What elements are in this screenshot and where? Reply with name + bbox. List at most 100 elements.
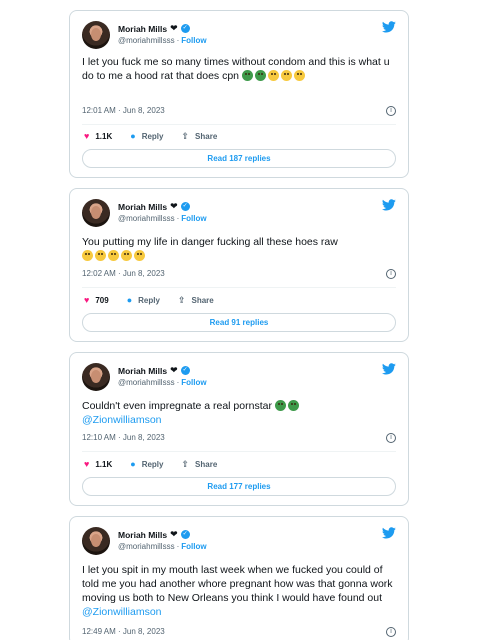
smiling-face-icon — [280, 70, 292, 81]
twitter-bird-icon[interactable] — [382, 363, 396, 375]
speech-bubble-icon: ● — [126, 294, 133, 305]
tweet-actions: ♥ 1.1K ● Reply ⇪ Share — [84, 457, 396, 471]
divider — [82, 287, 396, 288]
like-button[interactable]: ♥ 1.1K — [84, 458, 112, 469]
tweet-card[interactable]: Moriah Mills ❤ ✓ @moriahmillsss · Follow I… — [69, 10, 409, 178]
read-replies-button[interactable]: Read 187 replies — [82, 149, 396, 168]
tweet-card[interactable]: Moriah Mills ❤ ✓ @moriahmillsss · Follow I… — [69, 516, 409, 640]
like-count: 1.1K — [95, 131, 113, 141]
reply-button[interactable]: ● Reply — [130, 131, 163, 141]
share-label: Share — [195, 459, 218, 469]
tweet-meta: 12:10 AM · Jun 8, 2023 i — [82, 433, 396, 445]
divider — [82, 124, 396, 125]
handle[interactable]: @moriahmillsss — [118, 214, 175, 223]
nauseated-face-icon — [287, 400, 299, 411]
tweet-card[interactable]: Moriah Mills ❤ ✓ @moriahmillsss · Follow C… — [69, 352, 409, 506]
smiling-face-icon — [267, 70, 279, 81]
smiling-face-icon — [293, 70, 305, 81]
info-icon[interactable]: i — [386, 106, 396, 116]
mention-link[interactable]: @Zionwilliamson — [82, 414, 162, 426]
display-name[interactable]: Moriah Mills — [118, 366, 167, 376]
share-upload-icon: ⇪ — [181, 130, 190, 141]
verified-badge-icon: ✓ — [180, 530, 190, 539]
tweet-meta: 12:49 AM · Jun 8, 2023 i — [82, 627, 396, 639]
speech-bubble-icon: ● — [130, 458, 136, 469]
heart-icon: ♥ — [84, 130, 90, 141]
info-icon[interactable]: i — [386, 269, 396, 279]
tweet-body: You putting my life in danger fucking al… — [82, 236, 338, 248]
verified-badge-icon: ✓ — [180, 202, 190, 211]
tweet-text: I let you spit in my mouth last week whe… — [82, 563, 398, 619]
separator-dot: · — [176, 36, 180, 45]
tweet-body: Couldn't even impregnate a real pornstar — [82, 400, 272, 412]
reply-label: Reply — [141, 459, 164, 469]
heart-icon: ♥ — [84, 458, 90, 469]
info-icon[interactable]: i — [386, 433, 396, 443]
share-button[interactable]: ⇪ Share — [181, 130, 218, 141]
display-name[interactable]: Moriah Mills — [118, 24, 167, 34]
separator-dot: · — [176, 214, 180, 223]
share-label: Share — [195, 131, 218, 141]
avatar[interactable] — [82, 527, 110, 555]
black-heart-icon: ❤ — [170, 201, 178, 211]
display-name[interactable]: Moriah Mills — [118, 202, 167, 212]
reply-button[interactable]: ● Reply — [130, 458, 164, 469]
tweet-body: I let you fuck me so many times without … — [82, 56, 390, 82]
nauseated-face-icon — [274, 400, 286, 411]
read-replies-button[interactable]: Read 177 replies — [82, 477, 396, 496]
share-upload-icon: ⇪ — [177, 294, 186, 305]
nauseated-face-icon — [254, 70, 266, 81]
reply-label: Reply — [138, 295, 160, 305]
like-button[interactable]: ♥ 1.1K — [84, 130, 113, 141]
tweet-text: You putting my life in danger fucking al… — [82, 235, 398, 263]
like-button[interactable]: ♥ 709 — [84, 295, 109, 305]
twitter-bird-icon[interactable] — [382, 527, 396, 539]
like-count: 709 — [95, 295, 109, 305]
tweet-text: Couldn't even impregnate a real pornstar… — [82, 399, 398, 427]
share-button[interactable]: ⇪ Share — [181, 458, 218, 469]
read-replies-button[interactable]: Read 91 replies — [82, 313, 396, 332]
smiling-face-icon — [82, 250, 93, 261]
tweet-actions: ♥ 709 ● Reply ⇪ Share — [84, 293, 396, 307]
tweet-meta: 12:02 AM · Jun 8, 2023 i — [82, 269, 396, 281]
smiling-face-icon — [134, 250, 145, 261]
black-heart-icon: ❤ — [170, 365, 178, 375]
display-name[interactable]: Moriah Mills — [118, 530, 167, 540]
tweet-timestamp[interactable]: 12:01 AM · Jun 8, 2023 — [82, 106, 165, 115]
smiling-face-icon — [121, 250, 132, 261]
tweet-meta: 12:01 AM · Jun 8, 2023 i — [82, 106, 396, 118]
handle[interactable]: @moriahmillsss — [118, 378, 175, 387]
share-label: Share — [191, 295, 214, 305]
tweet-text: I let you fuck me so many times without … — [82, 55, 398, 83]
follow-button[interactable]: Follow — [181, 36, 206, 45]
tweet-feed: Moriah Mills ❤ ✓ @moriahmillsss · Follow I… — [0, 0, 500, 640]
black-heart-icon: ❤ — [170, 23, 178, 33]
tweet-timestamp[interactable]: 12:10 AM · Jun 8, 2023 — [82, 433, 165, 442]
tweet-timestamp[interactable]: 12:02 AM · Jun 8, 2023 — [82, 269, 165, 278]
separator-dot: · — [176, 378, 180, 387]
share-button[interactable]: ⇪ Share — [177, 294, 214, 305]
twitter-bird-icon[interactable] — [382, 199, 396, 211]
avatar[interactable] — [82, 363, 110, 391]
twitter-bird-icon[interactable] — [382, 21, 396, 33]
smiling-face-icon — [95, 250, 106, 261]
tweet-card[interactable]: Moriah Mills ❤ ✓ @moriahmillsss · Follow Y… — [69, 188, 409, 342]
tweet-timestamp[interactable]: 12:49 AM · Jun 8, 2023 — [82, 627, 165, 636]
mention-link[interactable]: @Zionwilliamson — [82, 606, 162, 618]
handle[interactable]: @moriahmillsss — [118, 542, 175, 551]
follow-button[interactable]: Follow — [181, 542, 206, 551]
tweet-actions: ♥ 1.1K ● Reply ⇪ Share — [84, 129, 396, 143]
follow-button[interactable]: Follow — [181, 214, 206, 223]
divider — [82, 451, 396, 452]
info-icon[interactable]: i — [386, 627, 396, 637]
tweet-header: Moriah Mills ❤ ✓ @moriahmillsss · Follow — [82, 363, 396, 391]
avatar[interactable] — [82, 21, 110, 49]
avatar[interactable] — [82, 199, 110, 227]
follow-button[interactable]: Follow — [181, 378, 206, 387]
share-upload-icon: ⇪ — [181, 458, 190, 469]
smiling-face-icon — [108, 250, 119, 261]
tweet-header: Moriah Mills ❤ ✓ @moriahmillsss · Follow — [82, 527, 396, 555]
handle[interactable]: @moriahmillsss — [118, 36, 175, 45]
reply-button[interactable]: ● Reply — [126, 294, 160, 305]
black-heart-icon: ❤ — [170, 529, 178, 539]
